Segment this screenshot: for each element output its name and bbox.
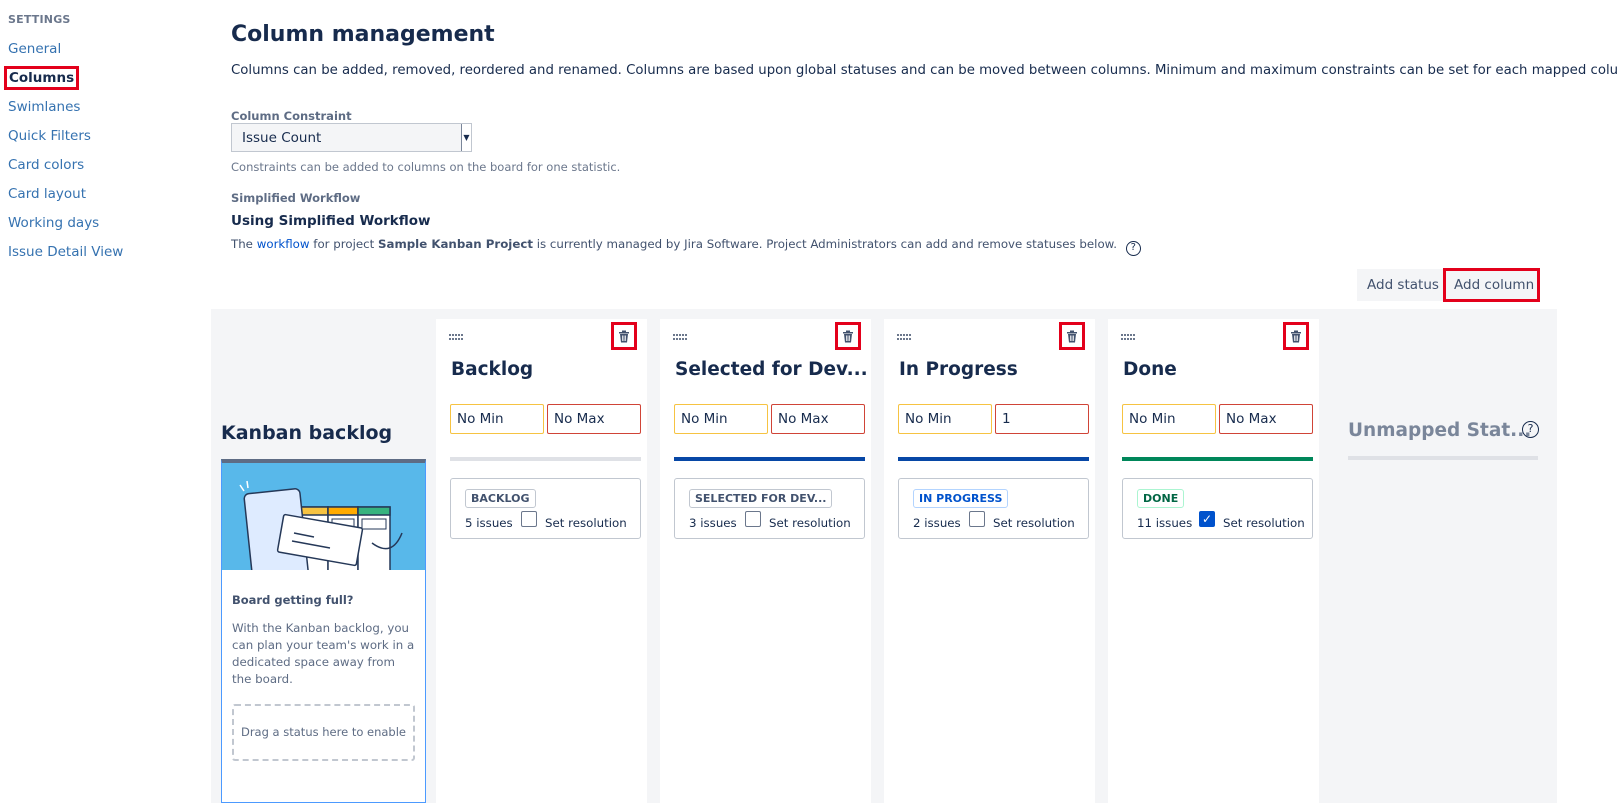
column-max-input[interactable] — [771, 404, 865, 434]
status-card[interactable]: DONE 11 issues ✓ Set resolution — [1122, 478, 1313, 539]
sidebar-item-general[interactable]: General — [8, 41, 61, 57]
workflow-desc-mid: for project — [309, 237, 378, 251]
add-column-button[interactable]: Add column — [1443, 268, 1540, 302]
question-circle-icon[interactable]: ? — [1522, 421, 1539, 438]
set-resolution-checkbox-checked[interactable]: ✓ — [1199, 511, 1215, 527]
page-title: Column management — [231, 22, 495, 47]
sidebar-item-working-days[interactable]: Working days — [8, 215, 99, 231]
unmapped-color-bar — [1348, 456, 1538, 460]
delete-column-button[interactable] — [611, 322, 637, 350]
kanban-backlog-title: Kanban backlog — [221, 422, 393, 444]
workflow-title: Using Simplified Workflow — [231, 213, 431, 229]
issue-count: 2 issues — [913, 516, 961, 530]
set-resolution-label: Set resolution — [1223, 516, 1305, 530]
set-resolution-label: Set resolution — [769, 516, 851, 530]
status-card[interactable]: IN PROGRESS 2 issues Set resolution — [898, 478, 1089, 539]
workflow-link[interactable]: workflow — [257, 237, 310, 251]
delete-column-button[interactable] — [1283, 322, 1309, 350]
sidebar-item-columns[interactable]: Columns — [3, 66, 80, 90]
simplified-workflow-label: Simplified Workflow — [231, 191, 361, 205]
project-name: Sample Kanban Project — [377, 237, 533, 251]
delete-column-button[interactable] — [1059, 322, 1085, 350]
trash-icon — [1067, 330, 1077, 342]
workflow-desc-suffix: is currently managed by Jira Software. P… — [533, 237, 1117, 251]
page-description: Columns can be added, removed, reordered… — [231, 63, 1617, 78]
set-resolution-label: Set resolution — [545, 516, 627, 530]
column-color-bar — [450, 457, 641, 461]
column-name[interactable]: Backlog — [451, 359, 533, 380]
backlog-heading: Board getting full? — [232, 593, 354, 607]
column-max-input[interactable] — [1219, 404, 1313, 434]
question-circle-icon[interactable]: ? — [1125, 241, 1141, 256]
column-color-bar — [898, 457, 1089, 461]
status-lozenge: DONE — [1137, 489, 1185, 508]
sidebar-item-issue-detail-view[interactable]: Issue Detail View — [8, 244, 123, 260]
board-column-2: Selected for Dev... SELECTED FOR DEV... … — [660, 319, 871, 803]
issue-count: 11 issues — [1137, 516, 1193, 530]
column-min-input[interactable] — [898, 404, 992, 434]
sidebar-heading: SETTINGS — [8, 13, 71, 26]
drag-handle-icon[interactable] — [449, 329, 465, 340]
issue-count: 5 issues — [465, 516, 513, 530]
chevron-down-icon: ▼ — [461, 124, 471, 151]
constraint-help-text: Constraints can be added to columns on t… — [231, 160, 621, 174]
board-column-1: Backlog BACKLOG 5 issues Set resolution — [436, 319, 647, 803]
board-column-4: Done DONE 11 issues ✓ Set resolution — [1108, 319, 1319, 803]
sidebar-item-swimlanes[interactable]: Swimlanes — [8, 99, 80, 115]
issue-count: 3 issues — [689, 516, 737, 530]
delete-column-button[interactable] — [835, 322, 861, 350]
column-max-input[interactable] — [547, 404, 641, 434]
sidebar-item-card-colors[interactable]: Card colors — [8, 157, 84, 173]
column-max-input[interactable] — [995, 404, 1089, 434]
add-status-button[interactable]: Add status — [1357, 269, 1443, 301]
workflow-description: The workflow for project Sample Kanban P… — [231, 237, 1141, 256]
sidebar-item-quick-filters[interactable]: Quick Filters — [8, 128, 91, 144]
sidebar-item-card-layout[interactable]: Card layout — [8, 186, 86, 202]
workflow-desc-prefix: The — [231, 237, 257, 251]
column-constraint-select[interactable]: Issue Count ▼ — [231, 123, 472, 152]
status-lozenge: SELECTED FOR DEV... — [689, 489, 833, 508]
trash-icon — [1291, 330, 1301, 342]
board-column-3: In Progress IN PROGRESS 2 issues Set res… — [884, 319, 1095, 803]
status-card[interactable]: BACKLOG 5 issues Set resolution — [450, 478, 641, 539]
drag-handle-icon[interactable] — [1121, 329, 1137, 340]
unmapped-statuses-title: Unmapped Stat... — [1348, 420, 1532, 441]
trash-icon — [619, 330, 629, 342]
column-name[interactable]: Selected for Dev... — [675, 359, 868, 380]
column-constraint-value: Issue Count — [242, 130, 322, 146]
column-min-input[interactable] — [674, 404, 768, 434]
drag-handle-icon[interactable] — [673, 329, 689, 340]
set-resolution-checkbox[interactable] — [745, 511, 761, 527]
column-constraint-label: Column Constraint — [231, 109, 352, 123]
column-name[interactable]: In Progress — [899, 359, 1018, 380]
status-card[interactable]: SELECTED FOR DEV... 3 issues Set resolut… — [674, 478, 865, 539]
backlog-text: With the Kanban backlog, you can plan yo… — [232, 621, 415, 686]
drag-handle-icon[interactable] — [897, 329, 913, 340]
set-resolution-checkbox[interactable] — [521, 511, 537, 527]
board-illustration — [222, 463, 425, 570]
column-color-bar — [674, 457, 865, 461]
set-resolution-checkbox[interactable] — [969, 511, 985, 527]
status-lozenge: IN PROGRESS — [913, 489, 1009, 508]
column-min-input[interactable] — [1122, 404, 1216, 434]
trash-icon — [843, 330, 853, 342]
kanban-backlog-card: Board getting full? With the Kanban back… — [221, 459, 426, 803]
column-color-bar — [1122, 457, 1313, 461]
status-lozenge: BACKLOG — [465, 489, 536, 508]
column-name[interactable]: Done — [1123, 359, 1177, 380]
column-min-input[interactable] — [450, 404, 544, 434]
backlog-drop-zone[interactable]: Drag a status here to enable — [232, 704, 415, 761]
set-resolution-label: Set resolution — [993, 516, 1075, 530]
